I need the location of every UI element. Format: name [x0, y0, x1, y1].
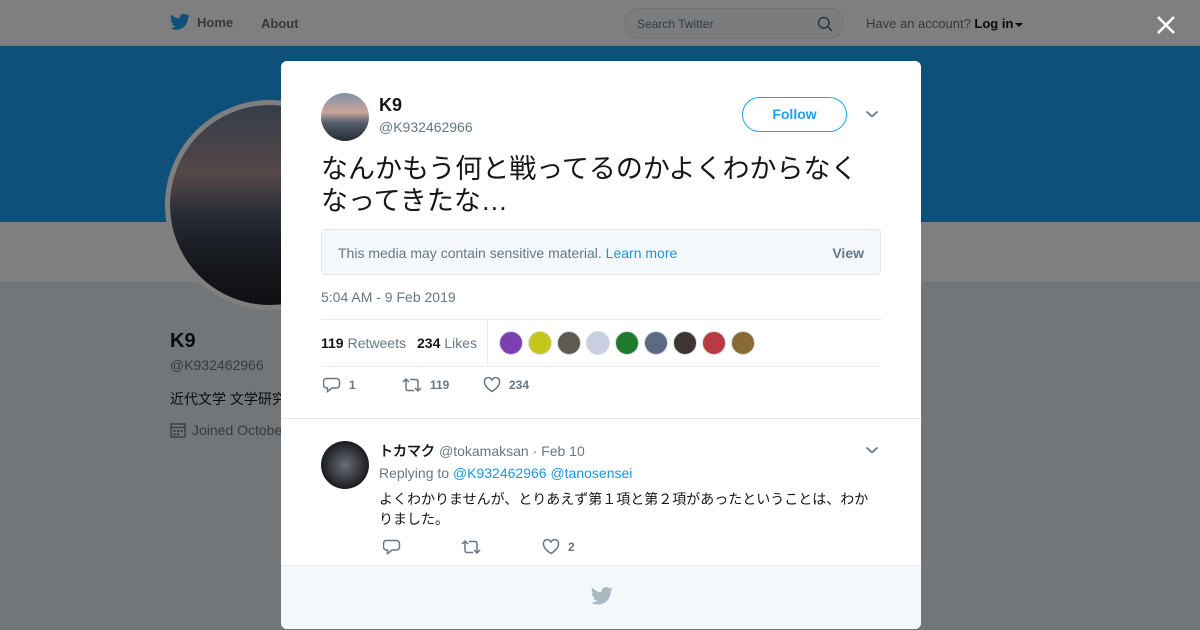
retweets-stat[interactable]: 119 Retweets: [321, 335, 406, 351]
likes-count: 234: [417, 335, 441, 351]
sensitive-message-text: This media may contain sensitive materia…: [338, 245, 602, 261]
reply-tweet[interactable]: トカマク @tokamaksan · Feb 10 Replying to @K9…: [281, 418, 921, 564]
reply-icon: [383, 539, 401, 555]
tweet-timestamp[interactable]: 5:04 AM - 9 Feb 2019: [321, 289, 456, 305]
retweet-button[interactable]: 119: [402, 377, 449, 393]
heart-icon: [483, 377, 501, 393]
reply-author-name[interactable]: トカマク: [379, 443, 435, 459]
liker-avatar[interactable]: [702, 331, 726, 355]
liker-avatar[interactable]: [731, 331, 755, 355]
liker-avatar[interactable]: [673, 331, 697, 355]
reply-text: よくわかりませんが、とりあえず第１項と第２項があったということは、わかりました。: [379, 491, 869, 527]
liker-avatar[interactable]: [557, 331, 581, 355]
chevron-down-icon[interactable]: [865, 109, 879, 119]
author-name[interactable]: K9: [379, 95, 402, 116]
reply-header: トカマク @tokamaksan · Feb 10: [379, 441, 585, 461]
liker-avatar[interactable]: [586, 331, 610, 355]
replying-prefix: Replying to: [379, 465, 450, 481]
reply-icon: [323, 377, 341, 393]
modal-footer: [281, 565, 921, 629]
reply-date[interactable]: · Feb 10: [533, 443, 585, 459]
author-handle[interactable]: @K932462966: [379, 119, 473, 135]
learn-more-link[interactable]: Learn more: [606, 245, 678, 261]
reply-reply-button[interactable]: [383, 539, 409, 555]
heart-icon: [542, 539, 560, 555]
sensitive-message: This media may contain sensitive materia…: [338, 245, 677, 261]
like-count: 234: [509, 378, 530, 392]
reply-count: 1: [349, 378, 356, 392]
retweet-count: 119: [430, 378, 450, 392]
liker-avatar[interactable]: [644, 331, 668, 355]
likes-stat[interactable]: 234 Likes: [417, 335, 477, 351]
retweet-icon: [402, 377, 422, 393]
like-button[interactable]: 234: [483, 377, 529, 393]
tweet-modal: K9 @K932462966 Follow なんかもう何と戦ってるのかよくわから…: [281, 61, 921, 629]
liker-avatar[interactable]: [499, 331, 523, 355]
reply-chevron-down-icon[interactable]: [865, 445, 879, 455]
close-icon[interactable]: [1152, 11, 1180, 39]
replying-user-link[interactable]: @K932462966: [453, 465, 547, 481]
reply-button[interactable]: 1: [323, 377, 356, 393]
retweets-label: Retweets: [347, 335, 406, 351]
reply-retweet-button[interactable]: [461, 539, 489, 555]
retweet-icon: [461, 539, 481, 555]
liker-avatar[interactable]: [528, 331, 552, 355]
reply-author-avatar[interactable]: [321, 441, 369, 489]
tweet-stats: 119 Retweets 234 Likes: [321, 319, 881, 367]
retweets-count: 119: [321, 335, 344, 351]
replying-user-link[interactable]: @tanosensei: [550, 465, 632, 481]
reply-like-count: 2: [568, 540, 575, 554]
author-avatar[interactable]: [321, 93, 369, 141]
tweet-text: なんかもう何と戦ってるのかよくわからなくなってきたな…: [321, 154, 858, 216]
twitter-bird-icon: [591, 587, 613, 605]
sensitive-media-notice: This media may contain sensitive materia…: [321, 229, 881, 275]
replying-to: Replying to @K932462966 @tanosensei: [379, 465, 632, 481]
follow-button[interactable]: Follow: [742, 97, 847, 132]
liker-avatars: [499, 331, 760, 355]
reply-like-button[interactable]: 2: [542, 539, 575, 555]
view-media-button[interactable]: View: [832, 245, 864, 261]
reply-author-handle[interactable]: @tokamaksan: [439, 443, 529, 459]
liker-avatar[interactable]: [615, 331, 639, 355]
likes-label: Likes: [444, 335, 478, 351]
stats-divider: [487, 320, 488, 366]
